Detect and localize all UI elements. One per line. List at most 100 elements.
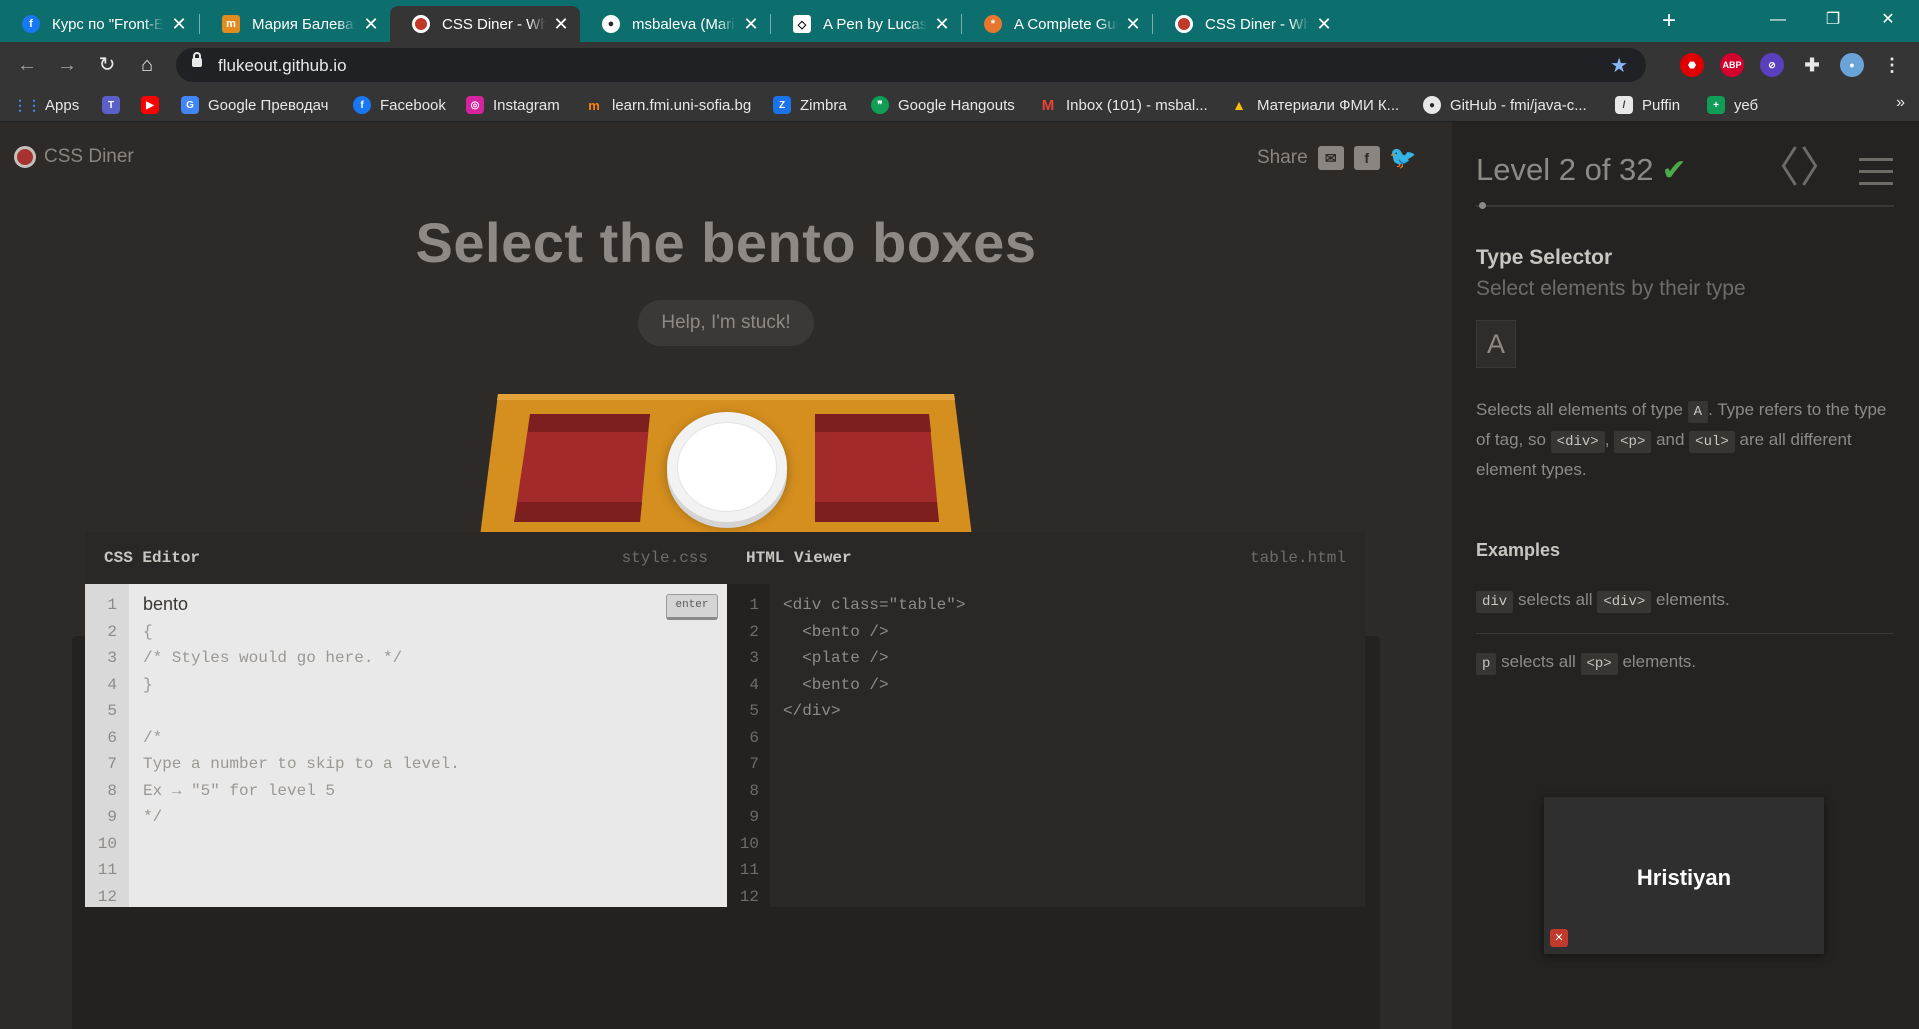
line-number: 9 bbox=[107, 808, 117, 826]
previous-level-button[interactable]: 〈 bbox=[1757, 147, 1799, 189]
code-line: Ex → "5" for level 5 bbox=[143, 781, 336, 800]
line-number: 4 bbox=[749, 675, 759, 694]
url-text[interactable]: flukeout.github.io bbox=[218, 56, 347, 76]
code-line: { bbox=[143, 622, 153, 641]
bookmark-gmail[interactable]: M Inbox (101) - msbal... bbox=[1039, 94, 1208, 116]
next-level-button[interactable]: 〉 bbox=[1800, 147, 1842, 189]
hint-text: and bbox=[1651, 430, 1690, 449]
home-button[interactable]: ⌂ bbox=[132, 50, 162, 80]
help-button[interactable]: Help, I'm stuck! bbox=[638, 300, 814, 346]
bookmark-github-fmi[interactable]: ● GitHub - fmi/java-c... bbox=[1423, 94, 1587, 116]
bookmark-zimbra[interactable]: Z Zimbra bbox=[773, 94, 847, 116]
tab-close-icon[interactable]: ✕ bbox=[552, 14, 570, 35]
twitter-icon[interactable]: 🐦 bbox=[1389, 145, 1416, 170]
hangouts-icon: ❞ bbox=[871, 96, 889, 114]
tab-close-icon[interactable]: ✕ bbox=[1124, 14, 1142, 35]
tab-close-icon[interactable]: ✕ bbox=[742, 14, 760, 35]
line-number: 11 bbox=[739, 861, 759, 879]
forward-button[interactable]: → bbox=[52, 50, 82, 80]
logo-text: CSS Diner bbox=[44, 146, 134, 167]
tab-css-diner-2[interactable]: CSS Diner - Where we f ✕ bbox=[1153, 6, 1343, 42]
back-button[interactable]: ← bbox=[12, 50, 42, 80]
html-viewer-header: HTML Viewer table.html bbox=[727, 532, 1365, 584]
browser-menu-icon[interactable]: ⋮ bbox=[1880, 53, 1904, 77]
instagram-icon: ◎ bbox=[466, 96, 484, 114]
blocker-extension-icon[interactable]: ⊘ bbox=[1760, 53, 1784, 77]
facebook-icon: f bbox=[353, 96, 371, 114]
bookmark-youtube[interactable]: ▶ bbox=[141, 94, 168, 116]
selector-hint: Selects all elements of type A. Type ref… bbox=[1476, 395, 1894, 485]
more-bookmarks-icon[interactable]: » bbox=[1896, 94, 1905, 112]
line-number: 9 bbox=[749, 808, 759, 826]
tab-front-end-course[interactable]: f Курс по "Front-End We ✕ bbox=[0, 6, 198, 42]
address-bar[interactable]: flukeout.github.io ★ bbox=[176, 48, 1646, 82]
facebook-share-icon[interactable]: f bbox=[1353, 146, 1380, 170]
bookmark-teams[interactable]: T bbox=[102, 94, 129, 116]
participant-name: Hristiyan bbox=[1636, 865, 1732, 890]
bookmark-label: Inbox (101) - msbal... bbox=[1066, 96, 1208, 114]
tab-github-msbaleva[interactable]: ● msbaleva (Maria Balev ✕ bbox=[580, 6, 770, 42]
tab-css-diner-active[interactable]: CSS Diner - Where we f ✕ bbox=[390, 6, 580, 42]
abp-extension-icon[interactable]: ABP bbox=[1720, 53, 1744, 77]
bookmark-label: Zimbra bbox=[800, 96, 847, 114]
code-tag: <div> bbox=[1550, 431, 1605, 453]
bookmark-star-icon[interactable]: ★ bbox=[1610, 53, 1628, 78]
video-call-tile[interactable]: Hristiyan ✕ bbox=[1544, 797, 1824, 954]
close-window-button[interactable]: ✕ bbox=[1865, 0, 1911, 42]
bookmark-hangouts[interactable]: ❞ Google Hangouts bbox=[871, 94, 1015, 116]
bookmark-google-translate[interactable]: G Google Преводач bbox=[181, 94, 328, 116]
bookmark-apps[interactable]: ⋮⋮ Apps bbox=[13, 94, 79, 116]
bookmark-facebook[interactable]: f Facebook bbox=[353, 94, 446, 116]
html-line-numbers: 1 2 3 4 5 6 7 8 9 10 11 12 bbox=[727, 584, 770, 907]
email-icon[interactable]: ✉ bbox=[1317, 146, 1344, 170]
tab-label: Курс по "Front-End We bbox=[52, 15, 164, 33]
enter-button[interactable]: enter bbox=[666, 594, 718, 620]
tab-close-icon[interactable]: ✕ bbox=[933, 14, 951, 35]
tab-close-icon[interactable]: ✕ bbox=[362, 14, 380, 35]
bookmark-label: Google Преводач bbox=[208, 96, 329, 114]
line-number: 4 bbox=[107, 675, 117, 694]
apps-grid-icon: ⋮⋮ bbox=[13, 96, 41, 113]
plate[interactable] bbox=[667, 412, 787, 522]
tab-label: Мария Балева: Публи bbox=[252, 15, 356, 33]
youtube-icon: ▶ bbox=[141, 96, 159, 114]
css-editor-body: 123456789101112 enter {/* Styles would g… bbox=[85, 584, 727, 907]
code-tag: A bbox=[1687, 401, 1709, 423]
reload-button[interactable]: ↻ bbox=[92, 50, 122, 80]
css-line-numbers: 1 2 3 4 5 6 7 8 9 10 11 12 bbox=[85, 584, 129, 907]
tab-label: msbaleva (Maria Balev bbox=[632, 15, 736, 33]
line-number: 10 bbox=[97, 834, 117, 853]
css-diner-logo[interactable]: CSS Diner bbox=[14, 146, 134, 168]
tab-maria-baleva[interactable]: m Мария Балева: Публи ✕ bbox=[200, 6, 390, 42]
tab-close-icon[interactable]: ✕ bbox=[1315, 14, 1333, 35]
tab-close-icon[interactable]: ✕ bbox=[170, 14, 188, 35]
bento-box-right[interactable] bbox=[815, 414, 939, 526]
level-progress-indicator bbox=[1479, 202, 1486, 209]
minimize-button[interactable]: — bbox=[1755, 0, 1801, 42]
extensions-puzzle-icon[interactable]: ✚ bbox=[1800, 53, 1824, 77]
tab-css-tricks[interactable]: * A Complete Guide to F ✕ bbox=[962, 6, 1152, 42]
code-line: /* bbox=[143, 728, 163, 747]
bookmark-label: Instagram bbox=[493, 96, 560, 114]
tab-label: CSS Diner - Where we f bbox=[1205, 15, 1309, 33]
css-selector-input[interactable] bbox=[141, 592, 601, 616]
line-number: 5 bbox=[107, 702, 117, 720]
bookmark-puffin[interactable]: / Puffin bbox=[1615, 94, 1680, 116]
new-tab-button[interactable]: + bbox=[1656, 8, 1682, 34]
bento-box-left[interactable] bbox=[514, 414, 650, 526]
adblock-extension-icon[interactable]: ⬣ bbox=[1680, 53, 1704, 77]
level-menu-icon[interactable] bbox=[1859, 158, 1893, 186]
code-tag: <p> bbox=[1614, 431, 1652, 453]
html-viewer-pane: HTML Viewer table.html 1 2 3 4 5 6 7 8 9 10 11 12 <… bbox=[727, 532, 1365, 907]
level-indicator: Level 2 of 32 ✔ bbox=[1476, 152, 1687, 188]
profile-avatar[interactable]: ● bbox=[1840, 53, 1864, 77]
html-viewer-filename: table.html bbox=[1249, 549, 1346, 567]
code-line: <plate /> bbox=[783, 649, 889, 667]
tab-codepen[interactable]: ◇ A Pen by Lucas Chen ✕ bbox=[771, 6, 961, 42]
hint-text: , bbox=[1604, 430, 1615, 449]
bookmark-instagram[interactable]: ◎ Instagram bbox=[466, 94, 560, 116]
bookmark-learn-fmi[interactable]: m learn.fmi.uni-sofia.bg bbox=[585, 94, 751, 116]
bookmark-fmi-materials[interactable]: ▲ Материали ФМИ К... bbox=[1230, 94, 1399, 116]
bookmark-web[interactable]: + уеб bbox=[1707, 94, 1758, 116]
restore-button[interactable]: ❐ bbox=[1810, 0, 1856, 42]
